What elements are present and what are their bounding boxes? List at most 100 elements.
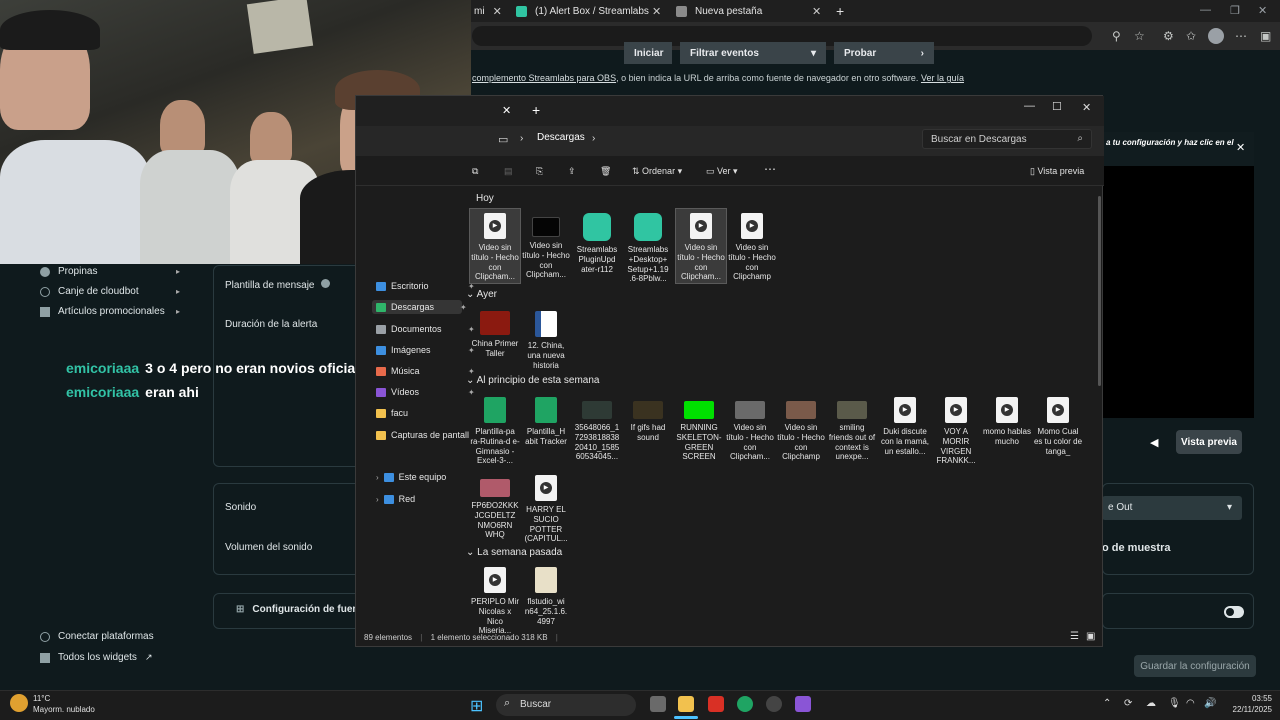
chevron-up-icon[interactable]: ⌃ <box>1103 698 1111 709</box>
app-icon[interactable] <box>795 696 811 712</box>
copy-icon[interactable]: ⧉ <box>472 166 478 177</box>
group-header-pasada[interactable]: ⌄ La semana pasada <box>466 547 562 558</box>
file-item[interactable]: momo hablas mucho <box>982 393 1032 447</box>
favorites-icon[interactable]: ✩ <box>1186 29 1196 43</box>
sidebar-item-propinas[interactable]: Propinas ▸ <box>40 266 180 277</box>
save-settings-button[interactable]: Guardar la configuración <box>1134 655 1256 677</box>
volume-icon[interactable]: 🔊 <box>1204 698 1216 709</box>
speaker-icon[interactable]: ◀ <box>1150 436 1158 449</box>
cloud-icon[interactable]: ☁ <box>1146 698 1156 709</box>
file-item[interactable]: FP6ĐO2KKK JCGDELTZ NMO6RN WHQ <box>470 471 520 540</box>
paste-icon[interactable]: ▤ <box>504 166 513 177</box>
large-icons-view-icon[interactable]: ▣ <box>1086 631 1095 642</box>
file-item[interactable]: Plantilla_H abit Tracker <box>521 393 571 447</box>
tab-alert-box[interactable]: (1) Alert Box / Streamlabs ✕ <box>508 0 668 22</box>
new-tab-button[interactable]: + <box>828 0 852 22</box>
profile-avatar[interactable] <box>1208 28 1224 44</box>
connect-platforms-link[interactable]: Conectar plataformas <box>40 631 180 642</box>
nav-item-facu[interactable]: facu <box>376 408 476 418</box>
taskbar-search[interactable]: ⌕ Buscar <box>496 694 636 716</box>
nav-item-red[interactable]: › Red <box>376 494 476 504</box>
file-item[interactable]: Duki discute con la mamá, un estallo... <box>880 393 930 456</box>
close-icon[interactable]: ✕ <box>493 5 502 18</box>
guide-link[interactable]: Ver la guía <box>921 73 964 83</box>
iniciar-button[interactable]: Iniciar <box>624 42 672 64</box>
nav-item-escritorio[interactable]: Escritorio ✦ <box>376 281 476 291</box>
tab-new-tab[interactable]: Nueva pestaña ✕ <box>668 0 828 22</box>
breadcrumb[interactable]: Descargas <box>537 132 585 143</box>
windows-start-icon[interactable]: ⊞ <box>470 696 483 716</box>
group-header-ayer[interactable]: ⌄ Ayer <box>466 289 497 300</box>
animation-select[interactable]: e Out ▾ <box>1102 496 1242 520</box>
maximize-icon[interactable]: ☐ <box>1052 100 1062 113</box>
file-item[interactable]: Video sin título - Hecho con Clipchamp <box>727 209 777 282</box>
obs-icon[interactable] <box>766 696 782 712</box>
nav-item-documentos[interactable]: Documentos ✦ <box>376 324 476 334</box>
close-icon[interactable]: ✕ <box>652 5 661 18</box>
file-item[interactable]: 12. China, una nueva historia <box>521 307 571 370</box>
file-item[interactable]: HARRY EL SUCIO POTTER (CAPITUL... <box>521 471 571 544</box>
microphone-icon[interactable]: 🎙 <box>1168 698 1181 709</box>
sidebar-toggle-icon[interactable]: ▣ <box>1260 29 1271 43</box>
file-item[interactable]: Streamlabs PluginUpd ater-r112 <box>572 209 622 274</box>
vista-previa-button[interactable]: Vista previa <box>1176 430 1242 454</box>
group-header-semana[interactable]: ⌄ Al principio de esta semana <box>466 375 599 386</box>
preview-pane-button[interactable]: ▯ Vista previa <box>1030 166 1084 177</box>
filtrar-eventos-dropdown[interactable]: Filtrar eventos ▾ <box>680 42 826 64</box>
file-item[interactable]: China Primer Taller <box>470 307 520 359</box>
sort-button[interactable]: ⇅ Ordenar ▾ <box>632 166 682 177</box>
wps-office-icon[interactable] <box>708 696 724 712</box>
file-item[interactable]: PERIPLO Mir Nicolas x Nico Miseria... <box>470 563 520 636</box>
file-item[interactable]: Plantilla-pa ra-Rutina-d e-Gimnasio -Exc… <box>470 393 520 466</box>
nav-item-videos[interactable]: Vídeos ✦ <box>376 387 476 397</box>
details-view-icon[interactable]: ☰ <box>1070 631 1079 642</box>
font-toggle[interactable] <box>1224 606 1244 618</box>
file-item[interactable]: flstudio_wi n64_25.1.6. 4997 <box>521 563 571 626</box>
file-item[interactable]: Streamlabs +Desktop+ Setup+1.19 .6-8Pblw… <box>623 209 673 284</box>
star-icon[interactable]: ☆ <box>1134 29 1145 43</box>
delete-icon[interactable]: 🗑 <box>600 166 611 177</box>
close-icon[interactable]: ✕ <box>812 5 821 18</box>
file-item[interactable]: Video sin título - Hecho con Clipcham... <box>469 208 521 284</box>
file-item[interactable]: Video sin título - Hecho con Clipchamp <box>776 393 826 462</box>
share-icon[interactable]: ⇪ <box>568 166 576 177</box>
more-icon[interactable]: ⋯ <box>1235 29 1247 43</box>
nav-item-este-equipo[interactable]: › Este equipo <box>376 472 476 482</box>
file-explorer-icon[interactable] <box>678 696 694 712</box>
file-item[interactable]: Video sin título - Hecho con Clipcham... <box>725 393 775 462</box>
file-item[interactable]: Momo Cual es tu color de tanga_ <box>1033 393 1083 456</box>
nav-item-descargas[interactable]: Descargas ✦ <box>372 300 467 314</box>
scrollbar[interactable] <box>1098 196 1101 386</box>
file-item[interactable]: VOY A MORIR VIRGEN FRANKK... <box>931 393 981 466</box>
file-item[interactable]: Video sin título - Hecho con Clipcham... <box>521 209 571 280</box>
view-button[interactable]: ▭ Ver ▾ <box>706 166 738 177</box>
monitor-icon[interactable]: ▭ <box>498 133 508 146</box>
minimize-icon[interactable]: — <box>1200 4 1211 16</box>
search-input[interactable]: Buscar en Descargas ⌕ <box>922 129 1092 149</box>
obs-plugin-link[interactable]: complemento Streamlabs para OBS <box>472 73 616 83</box>
nav-item-musica[interactable]: Música ✦ <box>376 366 476 376</box>
close-icon[interactable]: ✕ <box>1236 141 1245 154</box>
file-item[interactable]: RUNNING SKELETON- GREEN SCREEN <box>674 393 724 462</box>
maximize-icon[interactable]: ❐ <box>1230 4 1240 17</box>
translate-icon[interactable]: ⚲ <box>1112 29 1121 43</box>
more-icon[interactable]: ⋯ <box>764 162 776 176</box>
sync-icon[interactable]: ⟳ <box>1124 698 1132 709</box>
info-icon[interactable] <box>321 279 331 288</box>
rename-icon[interactable]: ⎘ <box>536 166 543 177</box>
extension-icon[interactable]: ⚙ <box>1163 29 1174 43</box>
all-widgets-link[interactable]: Todos los widgets ↗ <box>40 652 180 663</box>
group-header-hoy[interactable]: Hoy <box>476 193 494 204</box>
new-tab-icon[interactable]: + <box>532 102 540 118</box>
wifi-icon[interactable]: ◠ <box>1186 698 1195 709</box>
edge-browser-icon[interactable] <box>737 696 753 712</box>
close-tab-icon[interactable]: ✕ <box>502 104 511 117</box>
file-item[interactable]: If gifs had sound <box>623 393 673 443</box>
close-window-icon[interactable]: ✕ <box>1258 4 1267 17</box>
close-icon[interactable]: ✕ <box>1082 101 1091 114</box>
weather-icon[interactable] <box>10 694 28 712</box>
weather-widget[interactable]: 11°C Mayorm. nublado <box>33 693 95 715</box>
task-view-icon[interactable] <box>650 696 666 712</box>
minimize-icon[interactable]: — <box>1024 100 1035 112</box>
tab-previous[interactable]: mi ✕ <box>466 0 510 22</box>
